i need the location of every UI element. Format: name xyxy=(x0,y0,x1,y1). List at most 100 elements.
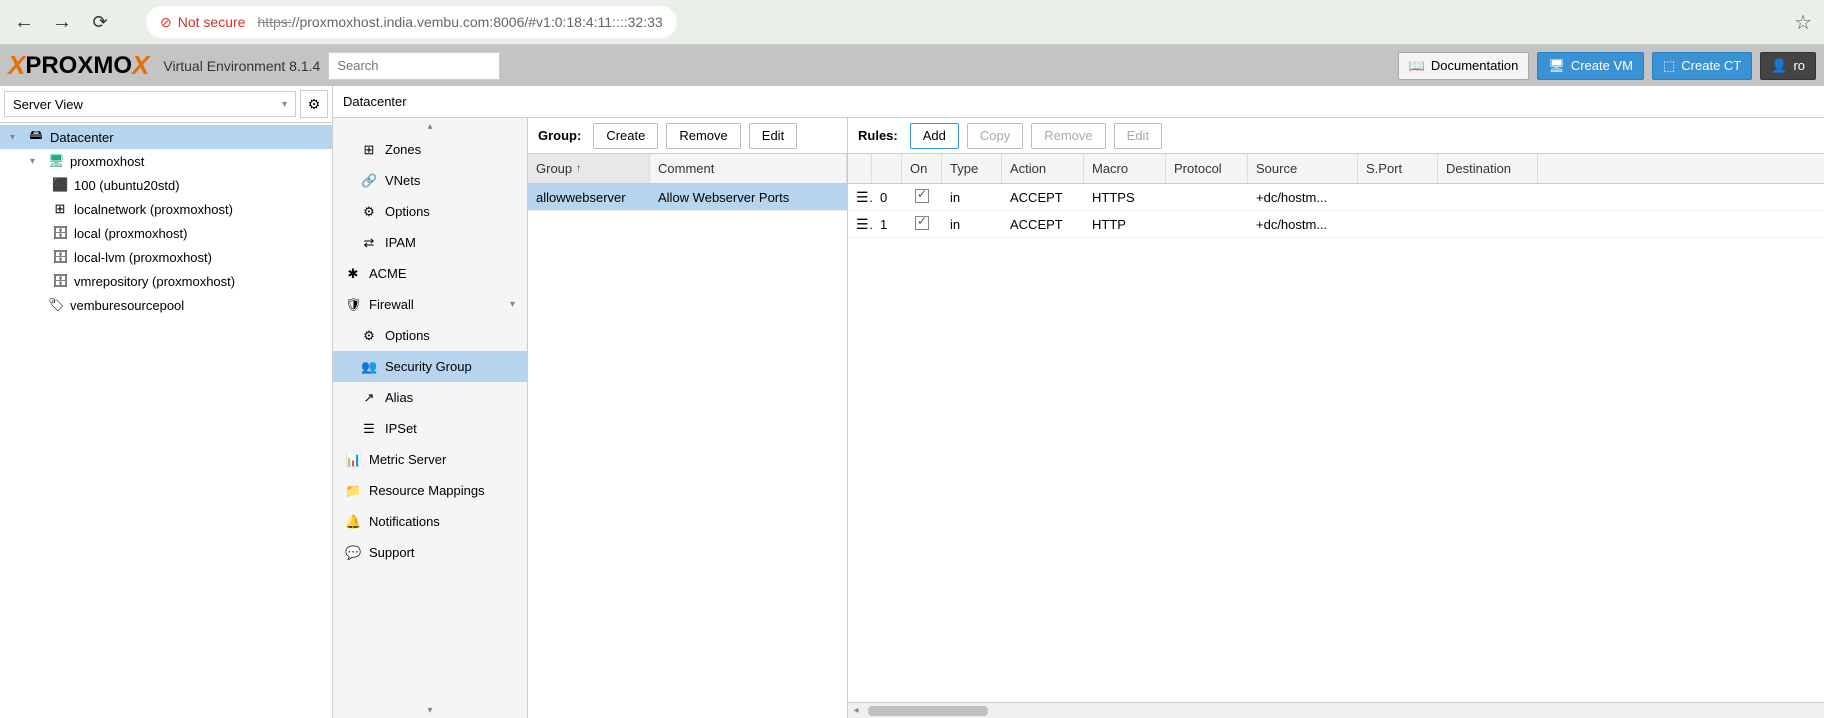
collapse-icon[interactable]: ▾ xyxy=(30,156,42,167)
col-action[interactable]: Action xyxy=(1002,154,1084,183)
menu-fw-options[interactable]: ⚙Options xyxy=(333,320,527,351)
drag-handle-icon[interactable]: ☰ xyxy=(856,216,872,232)
rules-add-button[interactable]: Add xyxy=(910,123,959,149)
tree-sdn[interactable]: ⊞ localnetwork (proxmoxhost) xyxy=(0,197,332,221)
tree-pool[interactable]: 🏷 vemburesourcepool xyxy=(0,293,332,317)
rules-remove-button: Remove xyxy=(1031,123,1105,149)
back-button[interactable]: ← xyxy=(12,11,36,34)
external-link-icon: ↗ xyxy=(361,390,377,406)
col-drag xyxy=(848,154,872,183)
bookmark-star-icon[interactable]: ☆ xyxy=(1794,10,1812,35)
user-icon: 👤 xyxy=(1771,58,1787,74)
monitor-icon: 🖥 xyxy=(1548,58,1565,74)
server-icon: 🖴 xyxy=(28,126,44,148)
not-secure-label: Not secure xyxy=(178,14,246,30)
menu-scroll-up[interactable]: ▴ xyxy=(333,118,527,134)
url-bar[interactable]: ⊘ Not secure https://proxmoxhost.india.v… xyxy=(146,6,677,38)
gear-icon: ⚙ xyxy=(361,328,377,344)
gear-icon: ⚙ xyxy=(361,204,377,220)
chart-icon: 📊 xyxy=(345,452,361,468)
book-icon: 📖 xyxy=(1409,58,1425,74)
menu-metric-server[interactable]: 📊Metric Server xyxy=(333,444,527,475)
menu-security-group[interactable]: 👥Security Group xyxy=(333,351,527,382)
chevron-down-icon: ▾ xyxy=(282,99,287,110)
network-icon: ⊞ xyxy=(52,201,68,217)
create-vm-button[interactable]: 🖥 Create VM xyxy=(1537,52,1644,80)
logo: X PROXMO X xyxy=(8,50,149,81)
col-destination[interactable]: Destination xyxy=(1438,154,1538,183)
menu-vnets[interactable]: 🔗VNets xyxy=(333,165,527,196)
tree-storage-local[interactable]: 🗄 local (proxmoxhost) xyxy=(0,221,332,245)
storage-icon: 🗄 xyxy=(52,225,68,241)
scrollbar-thumb[interactable] xyxy=(868,706,988,716)
menu-acme[interactable]: ✱ACME xyxy=(333,258,527,289)
node-icon: 🖥 xyxy=(48,153,64,169)
tree-storage-lvm[interactable]: 🗄 local-lvm (proxmoxhost) xyxy=(0,245,332,269)
menu-support[interactable]: 💬Support xyxy=(333,537,527,568)
create-ct-button[interactable]: ⬚ Create CT xyxy=(1652,52,1752,80)
menu-firewall[interactable]: 🛡Firewall ▾ xyxy=(333,289,527,320)
menu-ipam[interactable]: ⇄IPAM xyxy=(333,227,527,258)
rule-enable-checkbox[interactable] xyxy=(915,189,929,203)
menu-resource-mappings[interactable]: 📁Resource Mappings xyxy=(333,475,527,506)
user-menu[interactable]: 👤 ro xyxy=(1760,52,1816,80)
rules-edit-button: Edit xyxy=(1114,123,1162,149)
rule-row[interactable]: ☰ 0 in ACCEPT HTTPS +dc/hostm... xyxy=(848,184,1824,211)
menu-alias[interactable]: ↗Alias xyxy=(333,382,527,413)
sort-asc-icon: ↑ xyxy=(576,163,581,174)
rules-copy-button: Copy xyxy=(967,123,1023,149)
menu-notifications[interactable]: 🔔Notifications xyxy=(333,506,527,537)
breadcrumb: Datacenter xyxy=(333,86,1824,118)
folder-icon: 📁 xyxy=(345,483,361,499)
view-settings-button[interactable]: ⚙ xyxy=(300,90,328,118)
col-source[interactable]: Source xyxy=(1248,154,1358,183)
horizontal-scrollbar[interactable]: ◂ xyxy=(848,702,1824,718)
rule-enable-checkbox[interactable] xyxy=(915,216,929,230)
drag-handle-icon[interactable]: ☰ xyxy=(856,189,872,205)
bell-icon: 🔔 xyxy=(345,514,361,530)
url-text: https://proxmoxhost.india.vembu.com:8006… xyxy=(257,14,662,30)
search-input[interactable] xyxy=(328,52,500,80)
col-protocol[interactable]: Protocol xyxy=(1166,154,1248,183)
col-comment[interactable]: Comment xyxy=(650,154,847,183)
documentation-button[interactable]: 📖 Documentation xyxy=(1398,52,1530,80)
view-selector[interactable]: Server View ▾ xyxy=(4,91,296,117)
tree-node[interactable]: ▾ 🖥 proxmoxhost xyxy=(0,149,332,173)
gear-icon: ⚙ xyxy=(308,96,321,113)
tree-datacenter[interactable]: ▾ 🖴 Datacenter xyxy=(0,125,332,149)
group-label: Group: xyxy=(538,128,581,143)
group-icon: 👥 xyxy=(361,359,377,375)
col-sport[interactable]: S.Port xyxy=(1358,154,1438,183)
group-remove-button[interactable]: Remove xyxy=(666,123,740,149)
menu-ipset[interactable]: ☰IPSet xyxy=(333,413,527,444)
forward-button[interactable]: → xyxy=(50,11,74,34)
rules-label: Rules: xyxy=(858,128,898,143)
cube-icon: ⬚ xyxy=(1663,58,1675,74)
collapse-icon[interactable]: ▾ xyxy=(10,132,22,143)
scroll-left-icon[interactable]: ◂ xyxy=(848,705,864,716)
group-edit-button[interactable]: Edit xyxy=(749,123,797,149)
col-group[interactable]: Group↑ xyxy=(528,154,650,183)
tree-vm[interactable]: ⬛ 100 (ubuntu20std) xyxy=(0,173,332,197)
col-type[interactable]: Type xyxy=(942,154,1002,183)
rule-row[interactable]: ☰ 1 in ACCEPT HTTP +dc/hostm... xyxy=(848,211,1824,238)
group-row[interactable]: allowwebserver Allow Webserver Ports xyxy=(528,184,847,211)
refresh-button[interactable]: ⟳ xyxy=(88,12,112,33)
menu-scroll-down[interactable]: ▾ xyxy=(333,702,527,718)
shield-icon: 🛡 xyxy=(345,297,361,313)
grid-icon: ⊞ xyxy=(361,142,377,158)
group-create-button[interactable]: Create xyxy=(593,123,658,149)
tag-icon: 🏷 xyxy=(48,297,64,313)
certificate-icon: ✱ xyxy=(345,266,361,282)
tree-storage-vmrepository[interactable]: 🗄 vmrepository (proxmoxhost) xyxy=(0,269,332,293)
col-on[interactable]: On xyxy=(902,154,942,183)
not-secure-icon: ⊘ xyxy=(160,14,172,31)
list-icon: ☰ xyxy=(361,421,377,437)
col-macro[interactable]: Macro xyxy=(1084,154,1166,183)
menu-zones[interactable]: ⊞Zones xyxy=(333,134,527,165)
network-icon: 🔗 xyxy=(361,173,377,189)
storage-icon: 🗄 xyxy=(52,249,68,265)
col-index xyxy=(872,154,902,183)
menu-options[interactable]: ⚙Options xyxy=(333,196,527,227)
map-icon: ⇄ xyxy=(361,235,377,251)
